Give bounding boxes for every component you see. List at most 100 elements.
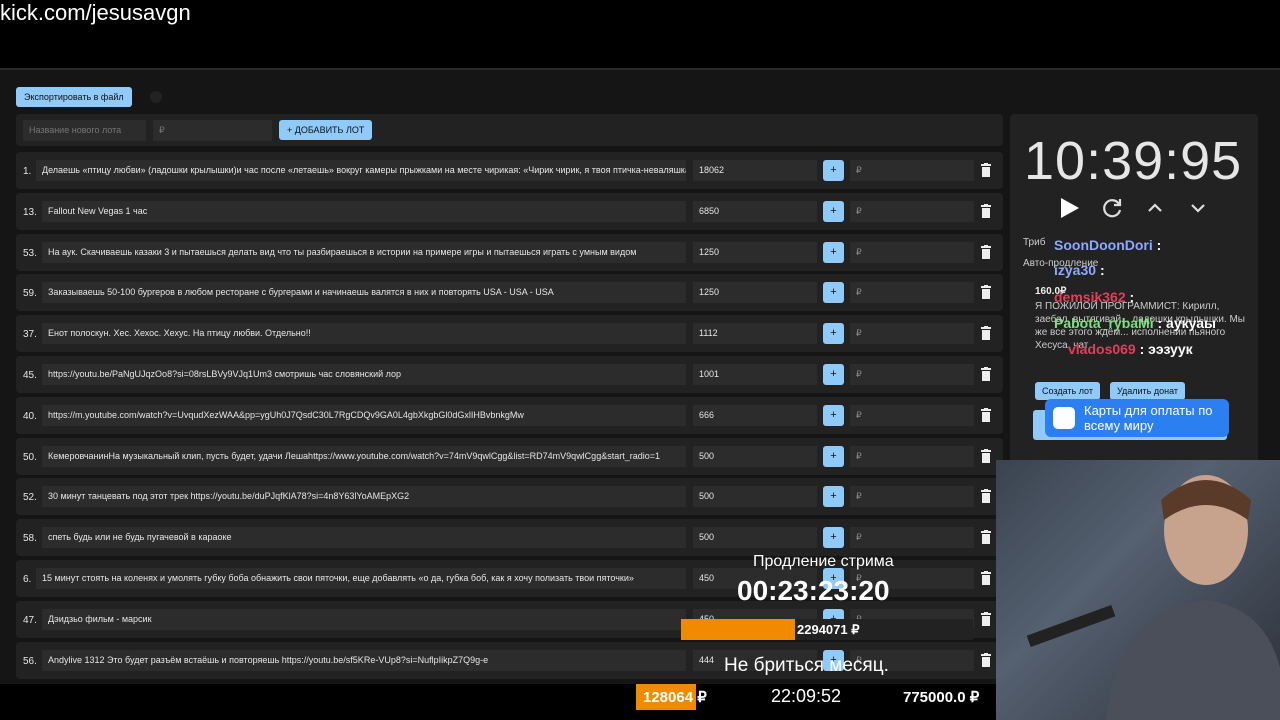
lot-amount: 6850 bbox=[693, 200, 817, 222]
collected-amount: 128064 ₽ bbox=[643, 689, 707, 706]
trash-icon[interactable] bbox=[981, 285, 991, 300]
trash-icon[interactable] bbox=[981, 611, 991, 626]
trash-icon[interactable] bbox=[981, 163, 991, 177]
lot-number: 1. bbox=[23, 166, 32, 177]
export-button[interactable]: Экспортировать в файл bbox=[16, 86, 132, 107]
lot-name-field[interactable]: Енот полоскун. Хес. Хехос. Хехус. На пти… bbox=[42, 323, 686, 345]
delete-donation-button[interactable]: Удалить донат bbox=[1110, 382, 1186, 400]
card-ad-banner[interactable]: Карты для оплаты по всему миру bbox=[1045, 399, 1229, 437]
lot-name-field[interactable]: Fallout New Vegas 1 час bbox=[42, 200, 686, 222]
streamer-silhouette bbox=[1026, 475, 1280, 720]
lot-row: 52. 30 минут танцевать под этот трек http… bbox=[16, 478, 1003, 516]
lot-number: 40. bbox=[23, 410, 37, 422]
add-amount-button[interactable]: + bbox=[823, 323, 844, 345]
lot-add-amount-input[interactable]: ₽ bbox=[850, 486, 974, 508]
lot-add-amount-input[interactable]: ₽ bbox=[850, 445, 974, 467]
chevron-up-icon[interactable] bbox=[1143, 196, 1167, 220]
donation-text: Я ПОЖИЛОЙ ПРОГРАММИСТ: Кирилл, заебал, в… bbox=[1035, 301, 1245, 351]
lot-name-field[interactable]: Дэидзьо фильм - марсик bbox=[42, 608, 686, 630]
lot-name-field[interactable]: 15 минут стоять на коленях и умолять губ… bbox=[36, 567, 686, 589]
lot-number: 45. bbox=[23, 369, 37, 381]
create-lot-button[interactable]: Создать лот bbox=[1035, 382, 1100, 400]
lot-name-field[interactable]: 30 минут танцевать под этот трек https:/… bbox=[42, 486, 686, 508]
lot-number: 6. bbox=[23, 573, 32, 585]
webcam-feed bbox=[996, 460, 1280, 720]
new-lot-name-input[interactable] bbox=[23, 119, 146, 141]
theme-toggle[interactable] bbox=[149, 90, 162, 103]
lot-number: 59. bbox=[23, 288, 37, 300]
lot-add-amount-input[interactable]: ₽ bbox=[850, 323, 974, 345]
stream-url: kick.com/jesusavgn bbox=[0, 0, 191, 25]
lot-number: 50. bbox=[23, 451, 37, 463]
lot-add-amount-input[interactable]: ₽ bbox=[850, 160, 974, 181]
chat-text: : bbox=[1156, 237, 1162, 253]
auction-timer: 10:39:95 bbox=[1024, 131, 1243, 191]
add-amount-button[interactable]: + bbox=[823, 200, 844, 222]
lot-name-field[interactable]: КемеровчанинНа музыкальный клип, пусть б… bbox=[42, 445, 686, 467]
chat-message: vlados069 : ээзуук bbox=[1068, 341, 1193, 357]
new-lot-amount-input[interactable] bbox=[153, 119, 272, 141]
trash-icon[interactable] bbox=[981, 326, 991, 341]
lot-add-amount-input[interactable]: ₽ bbox=[850, 363, 974, 385]
trash-icon[interactable] bbox=[981, 489, 991, 504]
chat-user: izya30 bbox=[1054, 262, 1097, 278]
progress-value: 2294071 ₽ bbox=[797, 622, 860, 637]
lot-row: 58. спеть будь или не будь пугачевой в ка… bbox=[16, 519, 1003, 557]
chat-text: : bbox=[1099, 262, 1105, 278]
lot-row: 53. На аук. Скачиваешь казаки 3 и пытаешь… bbox=[16, 233, 1003, 271]
lot-name-field[interactable]: Делаешь «птицу любви» (ладошки крылышки)… bbox=[36, 160, 686, 181]
chat-message: izya30 : bbox=[1054, 262, 1105, 278]
lot-number: 56. bbox=[23, 655, 37, 667]
add-amount-button[interactable]: + bbox=[823, 404, 844, 426]
lot-number: 37. bbox=[23, 329, 37, 341]
chevron-down-icon[interactable] bbox=[1186, 196, 1210, 220]
lot-amount: 666 bbox=[693, 404, 817, 426]
add-amount-button[interactable]: + bbox=[823, 527, 844, 549]
lot-amount: 1250 bbox=[693, 241, 817, 263]
lot-name-field[interactable]: На аук. Скачиваешь казаки 3 и пытаешься … bbox=[42, 241, 686, 263]
chat-user: vlados069 bbox=[1068, 341, 1136, 357]
goal-amount: 775000.0 ₽ bbox=[903, 689, 980, 706]
chat-user: demsik362 bbox=[1054, 289, 1126, 305]
lot-add-amount-input[interactable]: ₽ bbox=[850, 282, 974, 304]
add-amount-button[interactable]: + bbox=[823, 282, 844, 304]
chat-user: Pabota_rybaMi bbox=[1054, 315, 1154, 331]
trash-icon[interactable] bbox=[981, 570, 991, 585]
play-icon[interactable] bbox=[1057, 196, 1081, 220]
chat-text: : bbox=[1129, 289, 1135, 305]
trash-icon[interactable] bbox=[981, 448, 991, 463]
lot-amount: 500 bbox=[693, 527, 817, 549]
add-amount-button[interactable]: + bbox=[823, 486, 844, 508]
add-lot-button[interactable]: + ДОБАВИТЬ ЛОТ bbox=[279, 120, 373, 140]
trash-icon[interactable] bbox=[981, 366, 991, 381]
reset-icon[interactable] bbox=[1100, 196, 1124, 220]
trash-icon[interactable] bbox=[981, 530, 991, 545]
stream-clock: 22:09:52 bbox=[771, 686, 842, 706]
lot-name-field[interactable]: Andylive 1312 Это будет разъём встаёшь и… bbox=[42, 649, 686, 671]
lot-amount: 500 bbox=[693, 445, 817, 467]
lot-number: 52. bbox=[23, 492, 37, 504]
add-amount-button[interactable]: + bbox=[823, 445, 844, 467]
trash-icon[interactable] bbox=[981, 203, 991, 218]
lot-name-field[interactable]: https://youtu.be/PaNgUJqzOo8?si=08rsLBVy… bbox=[42, 363, 686, 385]
lot-name-field[interactable]: спеть будь или не будь пугачевой в карао… bbox=[42, 527, 686, 549]
lot-number: 13. bbox=[23, 206, 37, 218]
add-amount-button[interactable]: + bbox=[823, 363, 844, 385]
toolbar: Экспортировать в файл bbox=[16, 86, 162, 107]
lot-add-amount-input[interactable]: ₽ bbox=[850, 404, 974, 426]
lot-row: 40. https://m.youtube.com/watch?v=UvqudXe… bbox=[16, 396, 1003, 434]
tributes-label: Триб bbox=[1023, 237, 1046, 248]
trash-icon[interactable] bbox=[981, 244, 991, 259]
trash-icon[interactable] bbox=[981, 407, 991, 422]
trash-icon[interactable] bbox=[981, 652, 991, 667]
lot-add-amount-input[interactable]: ₽ bbox=[850, 241, 974, 263]
add-amount-button[interactable]: + bbox=[823, 160, 844, 181]
chat-message: SoonDoonDori : bbox=[1054, 237, 1161, 253]
lot-add-amount-input[interactable]: ₽ bbox=[850, 527, 974, 549]
lot-number: 47. bbox=[23, 614, 37, 626]
lot-name-field[interactable]: Заказываешь 50-100 бургеров в любом рест… bbox=[42, 282, 686, 304]
add-amount-button[interactable]: + bbox=[823, 241, 844, 263]
lot-name-field[interactable]: https://m.youtube.com/watch?v=UvqudXezWA… bbox=[42, 404, 686, 426]
chat-user: SoonDoonDori bbox=[1054, 237, 1153, 253]
lot-add-amount-input[interactable]: ₽ bbox=[850, 200, 974, 222]
